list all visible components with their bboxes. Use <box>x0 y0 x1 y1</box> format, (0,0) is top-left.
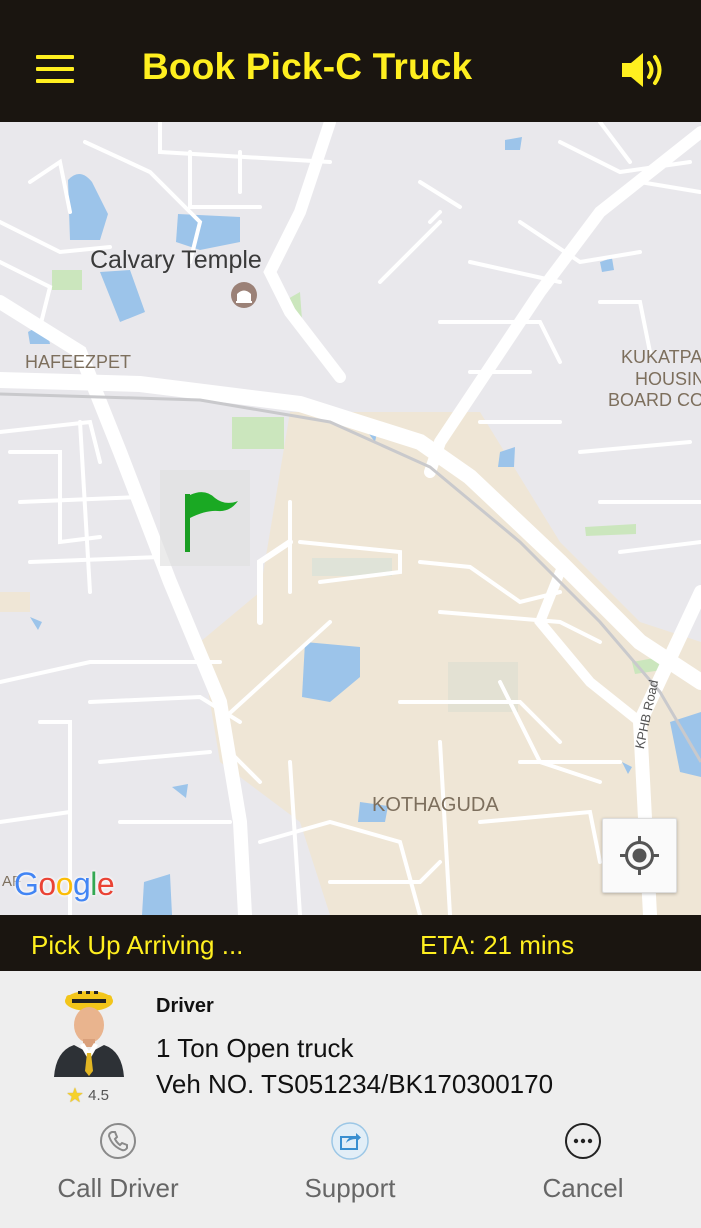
map-label-kothaguda: KOTHAGUDA <box>372 794 499 816</box>
page-title: Book Pick-C Truck <box>142 46 473 87</box>
speaker-volume-icon[interactable] <box>620 50 668 90</box>
cancel-button[interactable]: Cancel <box>505 1121 661 1204</box>
map-label-kukatpally-line1: KUKATPA <box>621 347 701 367</box>
vehicle-number: Veh NO. TS051234/BK170300170 <box>156 1069 554 1099</box>
map-label-kukatpally-line2: HOUSIN <box>635 369 701 389</box>
more-dots-icon <box>565 1123 601 1159</box>
driver-rating: ★ 4.5 <box>66 1083 109 1108</box>
support-button[interactable]: Support <box>272 1121 428 1204</box>
hamburger-menu-icon[interactable] <box>36 55 74 83</box>
phone-icon <box>100 1123 136 1159</box>
driver-heading: Driver <box>156 995 214 1017</box>
green-flag-icon[interactable] <box>160 470 250 566</box>
map-label-calvary-temple: Calvary Temple <box>90 246 262 274</box>
driver-panel: ★ 4.5 Driver 1 Ton Open truck Veh NO. TS… <box>0 971 701 1228</box>
temple-poi-icon[interactable] <box>231 282 257 308</box>
pickup-status-text: Pick Up Arriving ... <box>31 930 244 960</box>
call-driver-button[interactable]: Call Driver <box>40 1121 196 1204</box>
my-location-button[interactable] <box>602 818 677 893</box>
driver-avatar-icon[interactable] <box>50 981 128 1077</box>
app-header: Book Pick-C Truck <box>0 0 701 122</box>
app-screen: Book Pick-C Truck Calvary Temple HAFEEZP… <box>0 0 701 1228</box>
map-label-hafeezpet: HAFEEZPET <box>25 352 132 372</box>
call-driver-label: Call Driver <box>57 1173 179 1203</box>
map-label-kukatpally-line3: BOARD COL <box>608 390 701 410</box>
map-roads <box>0 122 701 915</box>
rating-value: 4.5 <box>88 1087 109 1104</box>
trip-status-bar: Pick Up Arriving ... ETA: 21 mins <box>0 915 701 971</box>
eta-text: ETA: 21 mins <box>420 930 575 960</box>
cancel-label: Cancel <box>542 1173 624 1203</box>
google-logo: Google <box>14 866 115 902</box>
share-icon <box>331 1122 369 1160</box>
vehicle-type: 1 Ton Open truck <box>156 1033 354 1063</box>
map-view[interactable]: Calvary Temple HAFEEZPET KUKATPA HOUSIN … <box>0 122 701 915</box>
support-label: Support <box>304 1173 396 1203</box>
my-location-icon <box>620 836 659 875</box>
star-icon: ★ <box>66 1085 84 1107</box>
